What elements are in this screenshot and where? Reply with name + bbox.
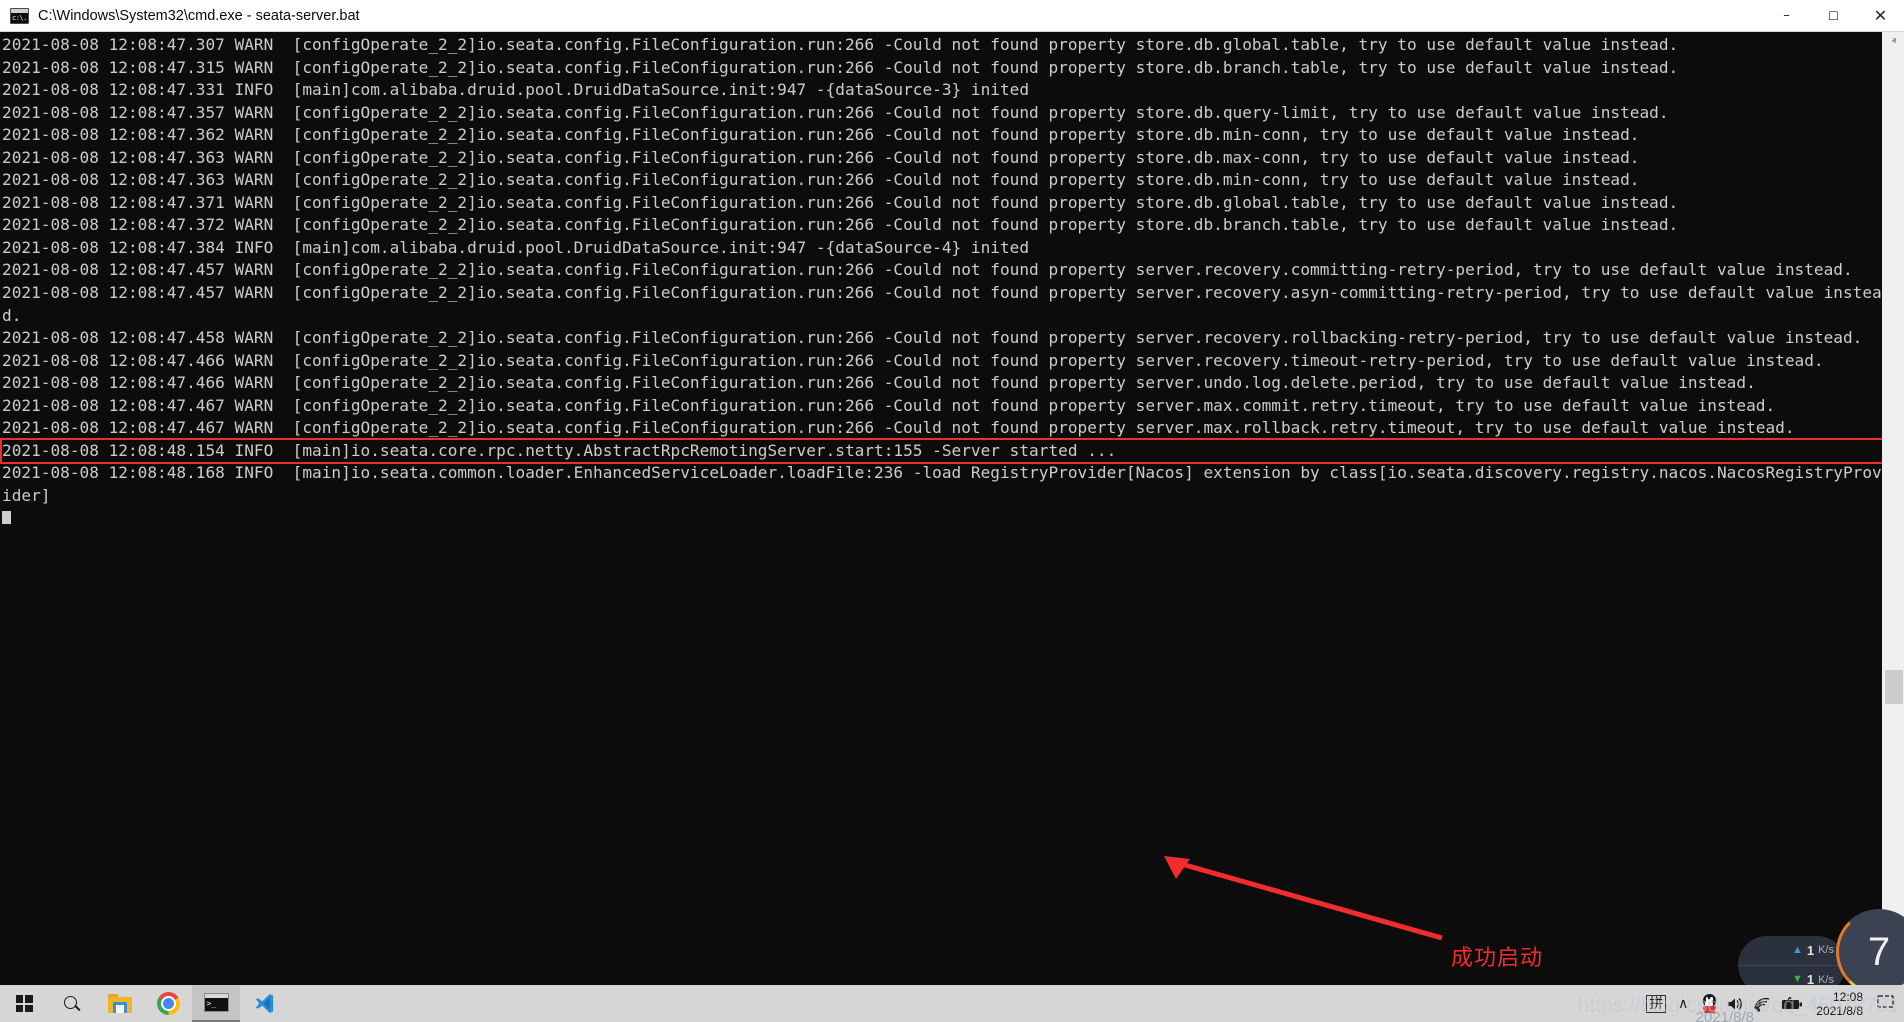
notification-center-button[interactable] (1871, 994, 1904, 1013)
upload-speed-row: ▲ 1 K/s (1738, 936, 1846, 965)
notification-icon (1877, 995, 1894, 1008)
ime-indicator[interactable]: 拼 (1642, 985, 1670, 1022)
minimize-button[interactable]: – (1763, 0, 1810, 32)
console-line: 2021-08-08 12:08:47.363 WARN [configOper… (2, 170, 1640, 190)
console-line: 2021-08-08 12:08:47.371 WARN [configOper… (2, 192, 1679, 212)
battery-button[interactable] (1776, 985, 1808, 1022)
maximize-button[interactable]: ☐ (1810, 0, 1857, 32)
windows-logo-icon (15, 995, 33, 1012)
upload-speed-value: 1 (1806, 942, 1815, 958)
console-line: 2021-08-08 12:08:47.331 INFO [main]com.a… (2, 80, 1030, 100)
console-line: 2021-08-08 12:08:47.362 WARN [configOper… (2, 125, 1640, 145)
console-output-area[interactable]: 2021-08-08 12:08:47.307 WARN [configOper… (0, 32, 1882, 985)
maximize-icon: ☐ (1828, 8, 1839, 23)
console-line: 2021-08-08 12:08:47.307 WARN [configOper… (2, 35, 1679, 54)
ime-label: 拼 (1646, 994, 1667, 1013)
console-text: 2021-08-08 12:08:47.307 WARN [configOper… (0, 34, 1882, 531)
wifi-button[interactable] (1748, 985, 1776, 1022)
console-scrollbar[interactable]: ⱏ ⱟ (1882, 32, 1904, 985)
scrollbar-thumb[interactable] (1885, 670, 1903, 704)
volume-icon (1728, 997, 1743, 1010)
cmd-icon (10, 7, 29, 24)
start-button[interactable] (0, 985, 48, 1022)
tray-overflow-button[interactable]: ∧ (1670, 985, 1696, 1022)
screen: C:\Windows\System32\cmd.exe - seata-serv… (0, 0, 1904, 1022)
file-explorer-button[interactable] (96, 985, 144, 1022)
console-line: 2021-08-08 12:08:47.457 WARN [configOper… (2, 283, 1882, 325)
qq-tray-icon-wrap[interactable] (1696, 985, 1722, 1022)
wifi-icon (1754, 997, 1770, 1012)
console-line: 2021-08-08 12:08:47.384 INFO [main]com.a… (2, 237, 1030, 257)
cmd-button[interactable] (192, 985, 240, 1022)
chrome-icon (156, 992, 180, 1015)
vscode-icon (253, 992, 276, 1015)
cmd-icon (203, 993, 229, 1012)
search-button[interactable] (48, 985, 96, 1022)
console-line: 2021-08-08 12:08:47.372 WARN [configOper… (2, 215, 1679, 235)
console-line: 2021-08-08 12:08:47.457 WARN [configOper… (2, 260, 1853, 280)
window-controls: – ☐ ✕ (1763, 0, 1904, 32)
console-cursor (2, 511, 11, 525)
system-tray: 拼 ∧ 12:08 2021/8/8 (1642, 985, 1904, 1022)
taskbar: 拼 ∧ (0, 985, 1904, 1022)
console-line: 2021-08-08 12:08:47.357 WARN [configOper… (2, 102, 1669, 122)
folder-icon (108, 994, 132, 1013)
arrow-down-icon: ▼ (1791, 973, 1803, 986)
console-line: 2021-08-08 12:08:47.466 WARN [configOper… (2, 350, 1824, 370)
search-icon (63, 995, 81, 1013)
download-speed-unit: K/s (1818, 973, 1834, 986)
window-title: C:\Windows\System32\cmd.exe - seata-serv… (38, 7, 360, 24)
vscode-button[interactable] (240, 985, 288, 1022)
titlebar-left: C:\Windows\System32\cmd.exe - seata-serv… (0, 7, 1763, 24)
console-line: 2021-08-08 12:08:48.168 INFO [main]io.se… (2, 463, 1882, 505)
console-line: 2021-08-08 12:08:47.466 WARN [configOper… (2, 373, 1756, 393)
gauge-value: 7 (1867, 929, 1891, 974)
scroll-up-icon[interactable]: ⱏ (1883, 32, 1904, 52)
console-line: 2021-08-08 12:08:47.458 WARN [configOper… (2, 328, 1863, 348)
close-button[interactable]: ✕ (1857, 0, 1904, 32)
minimize-icon: – (1783, 8, 1790, 23)
window-titlebar[interactable]: C:\Windows\System32\cmd.exe - seata-serv… (0, 0, 1904, 32)
console-line: 2021-08-08 12:08:47.315 WARN [configOper… (2, 57, 1679, 77)
console-line-highlighted: 2021-08-08 12:08:48.154 INFO [main]io.se… (0, 437, 1882, 465)
clock[interactable]: 12:08 2021/8/8 (1808, 985, 1871, 1022)
arrow-up-icon: ▲ (1791, 943, 1803, 956)
console-line: 2021-08-08 12:08:47.467 WARN [configOper… (2, 395, 1776, 415)
volume-button[interactable] (1722, 985, 1748, 1022)
qq-icon (1702, 994, 1717, 1013)
clock-time: 12:08 (1832, 989, 1863, 1004)
console-line: 2021-08-08 12:08:47.363 WARN [configOper… (2, 147, 1640, 167)
chevron-up-icon: ∧ (1678, 995, 1689, 1011)
upload-speed-unit: K/s (1818, 944, 1834, 957)
clock-date: 2021/8/8 (1816, 1003, 1863, 1018)
chrome-button[interactable] (144, 985, 192, 1022)
close-icon: ✕ (1873, 5, 1888, 25)
console-line: 2021-08-08 12:08:47.467 WARN [configOper… (2, 418, 1795, 438)
battery-icon (1782, 996, 1803, 1009)
